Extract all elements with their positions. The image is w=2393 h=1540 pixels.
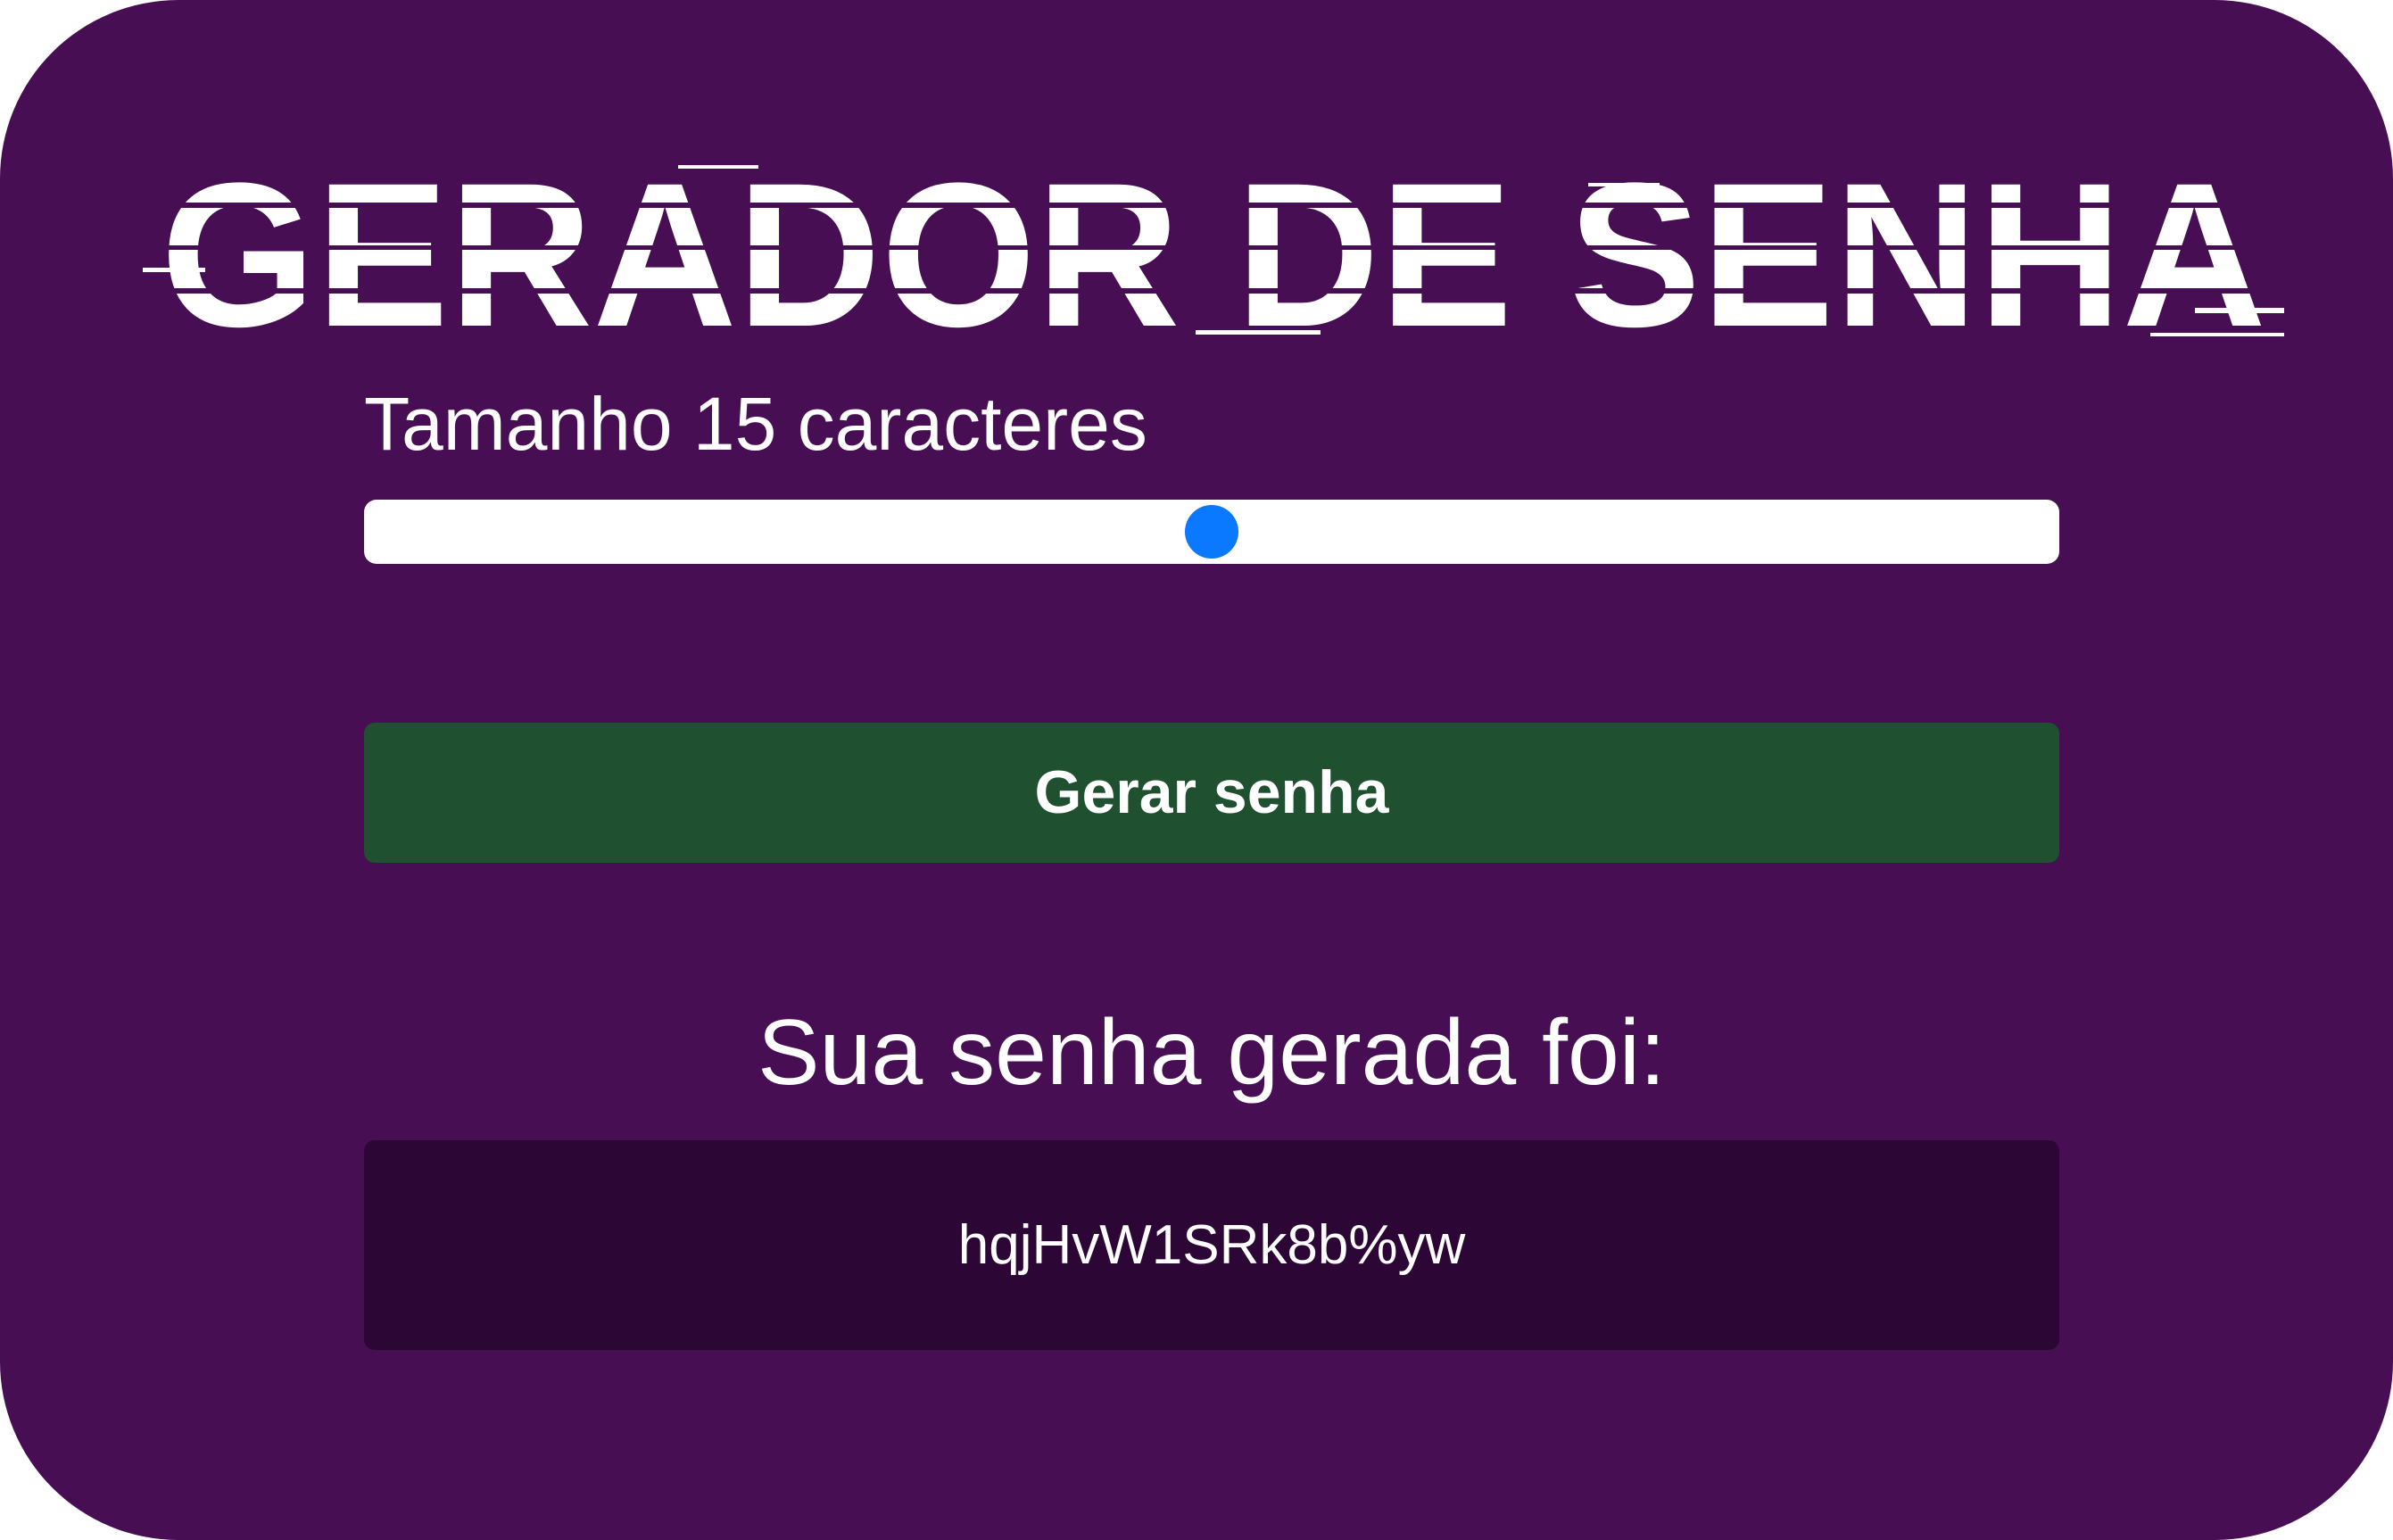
generate-password-button[interactable]: Gerar senha [364, 723, 2059, 863]
password-output[interactable]: hqjHvW1SRk8b%yw [364, 1140, 2059, 1350]
length-label: Tamanho 15 caracteres [364, 382, 1147, 466]
app-card: GERADOR DE SENHA Tamanho 15 caracteres G… [0, 0, 2393, 1540]
page-title: GERADOR DE SENHA [143, 147, 2284, 352]
title-logo: GERADOR DE SENHA [143, 147, 2284, 352]
result-heading: Sua senha gerada foi: [758, 1001, 1666, 1105]
length-slider[interactable] [364, 500, 2059, 564]
slider-thumb[interactable] [1185, 505, 1238, 559]
password-text: hqjHvW1SRk8b%yw [957, 1214, 1466, 1276]
